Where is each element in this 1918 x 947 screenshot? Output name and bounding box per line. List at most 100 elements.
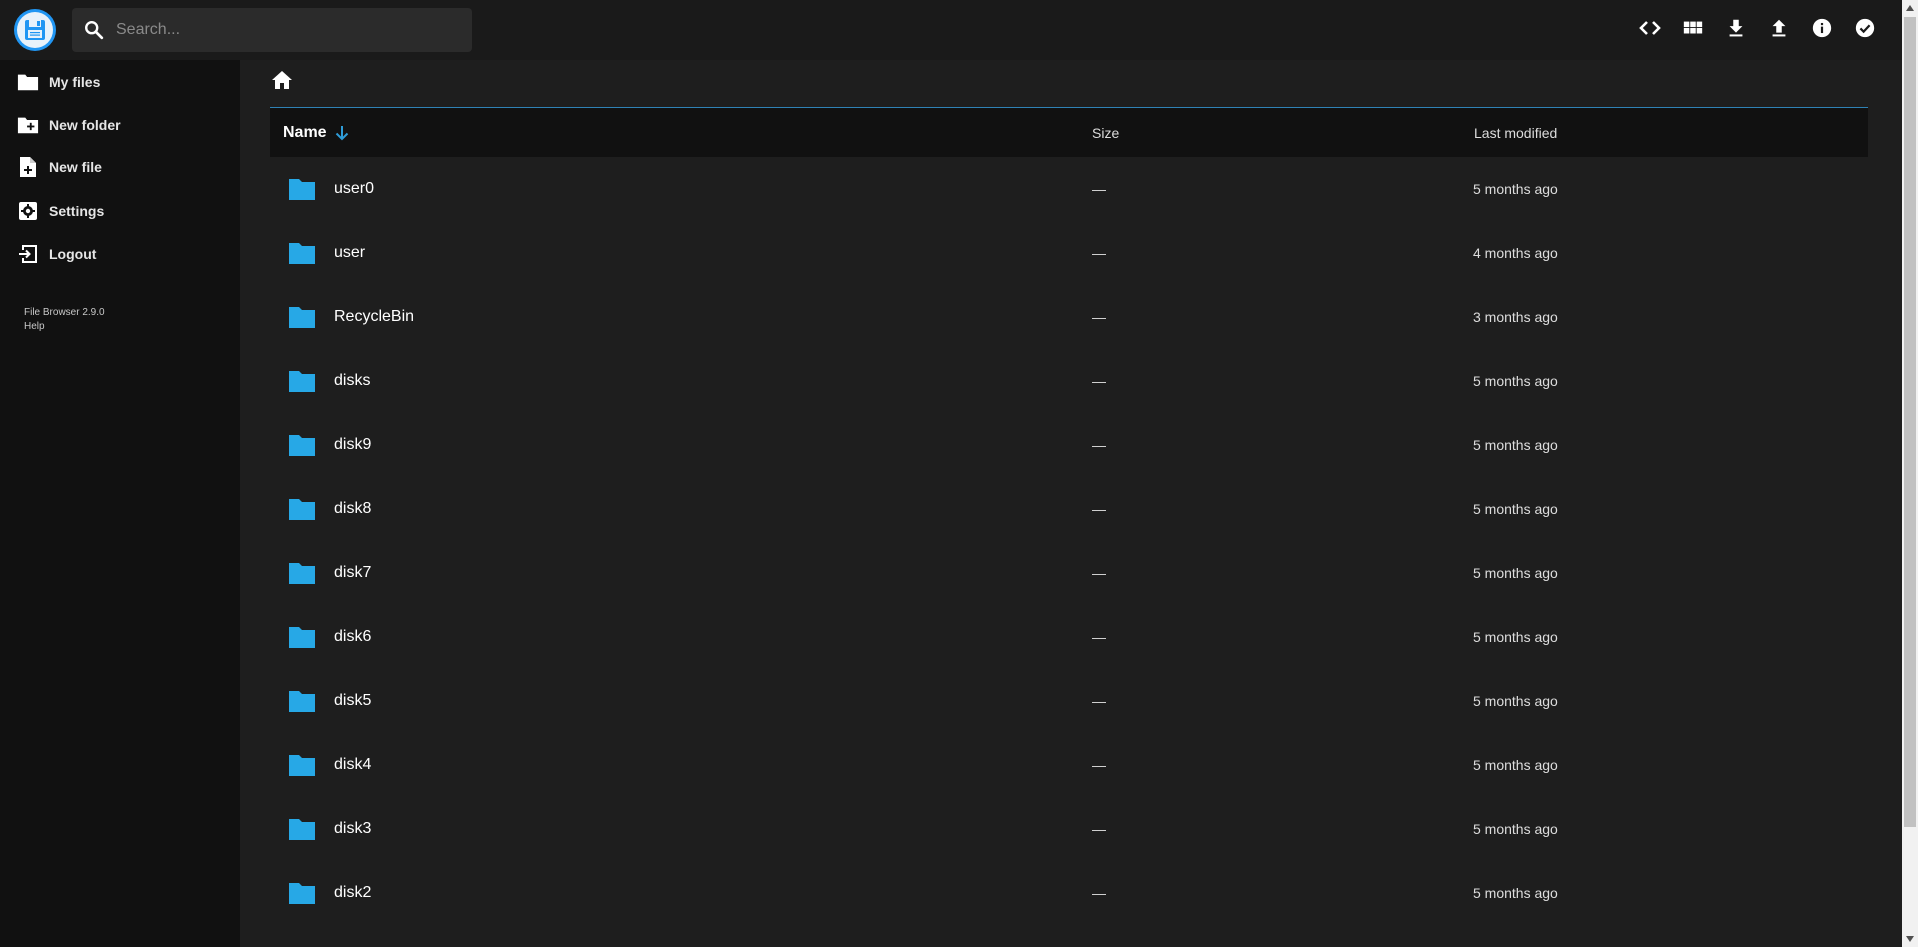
folder-icon: [288, 817, 316, 841]
table-row[interactable]: disk6 — 5 months ago: [270, 605, 1868, 669]
upload-button[interactable]: [1757, 13, 1800, 47]
table-row[interactable]: disk4 — 5 months ago: [270, 733, 1868, 797]
info-button[interactable]: [1800, 13, 1843, 47]
sort-by-name-header[interactable]: Name: [283, 108, 351, 158]
table-row[interactable]: user0 — 5 months ago: [270, 157, 1868, 221]
file-modified: 5 months ago: [1473, 821, 1558, 837]
select-multiple-button[interactable]: [1843, 13, 1886, 47]
file-modified: 5 months ago: [1473, 565, 1558, 581]
info-icon: [1811, 17, 1833, 44]
breadcrumb-home[interactable]: [270, 70, 294, 94]
search-input[interactable]: [116, 21, 456, 39]
file-modified: 3 months ago: [1473, 309, 1558, 325]
arrow-down-icon: [333, 124, 351, 142]
file-name: disk4: [334, 756, 372, 773]
file-size: —: [1092, 373, 1106, 389]
sidebar: My files New folder New file Settings Lo…: [0, 60, 240, 947]
file-size: —: [1092, 757, 1106, 773]
download-button[interactable]: [1714, 13, 1757, 47]
help-link[interactable]: Help: [24, 320, 105, 334]
file-listing: Name Size Last modified user0 — 5 months a…: [270, 107, 1868, 925]
sidebar-item-label: New folder: [49, 117, 121, 133]
file-modified: 5 months ago: [1473, 501, 1558, 517]
file-name: disk9: [334, 436, 372, 453]
folder-icon: [288, 689, 316, 713]
name-column-label: Name: [283, 124, 327, 141]
file-size: —: [1092, 821, 1106, 837]
sidebar-item-label: Settings: [49, 203, 105, 219]
folder-icon: [288, 305, 316, 329]
file-name: disk3: [334, 820, 372, 837]
table-row[interactable]: disk9 — 5 months ago: [270, 413, 1868, 477]
sidebar-item-new-folder[interactable]: New folder: [0, 105, 240, 145]
file-modified: 5 months ago: [1473, 437, 1558, 453]
home-icon: [271, 70, 293, 95]
sidebar-item-label: Logout: [49, 246, 97, 262]
folder-icon: [288, 369, 316, 393]
table-row[interactable]: disk2 — 5 months ago: [270, 861, 1868, 925]
page-scrollbar[interactable]: [1902, 0, 1918, 947]
code-icon: [1638, 16, 1662, 45]
file-modified: 5 months ago: [1473, 629, 1558, 645]
listing-rows: user0 — 5 months ago user — 4 months ago Recyc…: [270, 157, 1868, 925]
folder-icon: [17, 71, 39, 93]
search-icon: [72, 8, 116, 52]
sidebar-item-logout[interactable]: Logout: [0, 234, 240, 274]
table-row[interactable]: RecycleBin — 3 months ago: [270, 285, 1868, 349]
table-row[interactable]: user — 4 months ago: [270, 221, 1868, 285]
listing-header: Name Size Last modified: [270, 107, 1868, 157]
logout-icon: [17, 243, 39, 265]
switch-view-button[interactable]: [1671, 13, 1714, 47]
table-row[interactable]: disk3 — 5 months ago: [270, 797, 1868, 861]
sort-by-modified-header[interactable]: Last modified: [1474, 108, 1557, 158]
sidebar-item-my-files[interactable]: My files: [0, 62, 240, 102]
credits: File Browser 2.9.0 Help: [24, 306, 105, 334]
sidebar-item-settings[interactable]: Settings: [0, 191, 240, 231]
table-row[interactable]: disks — 5 months ago: [270, 349, 1868, 413]
file-size: —: [1092, 693, 1106, 709]
file-size: —: [1092, 885, 1106, 901]
scrollbar-thumb[interactable]: [1904, 17, 1916, 827]
header-actions: [1628, 13, 1886, 47]
sidebar-item-label: My files: [49, 74, 101, 90]
file-modified: 5 months ago: [1473, 693, 1558, 709]
check-circle-icon: [1854, 17, 1876, 44]
file-size: —: [1092, 629, 1106, 645]
file-size: —: [1092, 565, 1106, 581]
table-row[interactable]: disk7 — 5 months ago: [270, 541, 1868, 605]
file-modified: 4 months ago: [1473, 245, 1558, 261]
floppy-disk-logo-icon[interactable]: [14, 9, 56, 51]
file-name: disk2: [334, 884, 372, 901]
file-name: user: [334, 244, 366, 261]
folder-icon: [288, 561, 316, 585]
search-box[interactable]: [72, 8, 472, 52]
file-size: —: [1092, 181, 1106, 197]
scroll-down-arrow-icon[interactable]: [1902, 931, 1918, 947]
folder-icon: [288, 241, 316, 265]
file-name: disk5: [334, 692, 372, 709]
version-text: File Browser 2.9.0: [24, 307, 105, 318]
file-browser-app: My files New folder New fil: [0, 0, 1918, 947]
size-column-label: Size: [1092, 125, 1120, 141]
sort-by-size-header[interactable]: Size: [1092, 108, 1119, 158]
new-file-icon: [17, 156, 39, 178]
file-name: disk6: [334, 628, 372, 645]
file-modified: 5 months ago: [1473, 181, 1558, 197]
main-content: Name Size Last modified user0 — 5 months a…: [240, 60, 1902, 947]
table-row[interactable]: disk8 — 5 months ago: [270, 477, 1868, 541]
sidebar-item-label: New file: [49, 159, 102, 175]
file-size: —: [1092, 309, 1106, 325]
file-size: —: [1092, 437, 1106, 453]
table-row[interactable]: disk5 — 5 months ago: [270, 669, 1868, 733]
file-name: disks: [334, 372, 371, 389]
file-modified: 5 months ago: [1473, 885, 1558, 901]
file-name: user0: [334, 180, 375, 197]
modified-column-label: Last modified: [1474, 125, 1558, 141]
scroll-up-arrow-icon[interactable]: [1902, 0, 1918, 16]
sidebar-item-new-file[interactable]: New file: [0, 147, 240, 187]
toggle-code-view-button[interactable]: [1628, 13, 1671, 47]
folder-icon: [288, 881, 316, 905]
top-bar: [0, 0, 1902, 60]
folder-icon: [288, 433, 316, 457]
new-folder-icon: [17, 114, 39, 136]
